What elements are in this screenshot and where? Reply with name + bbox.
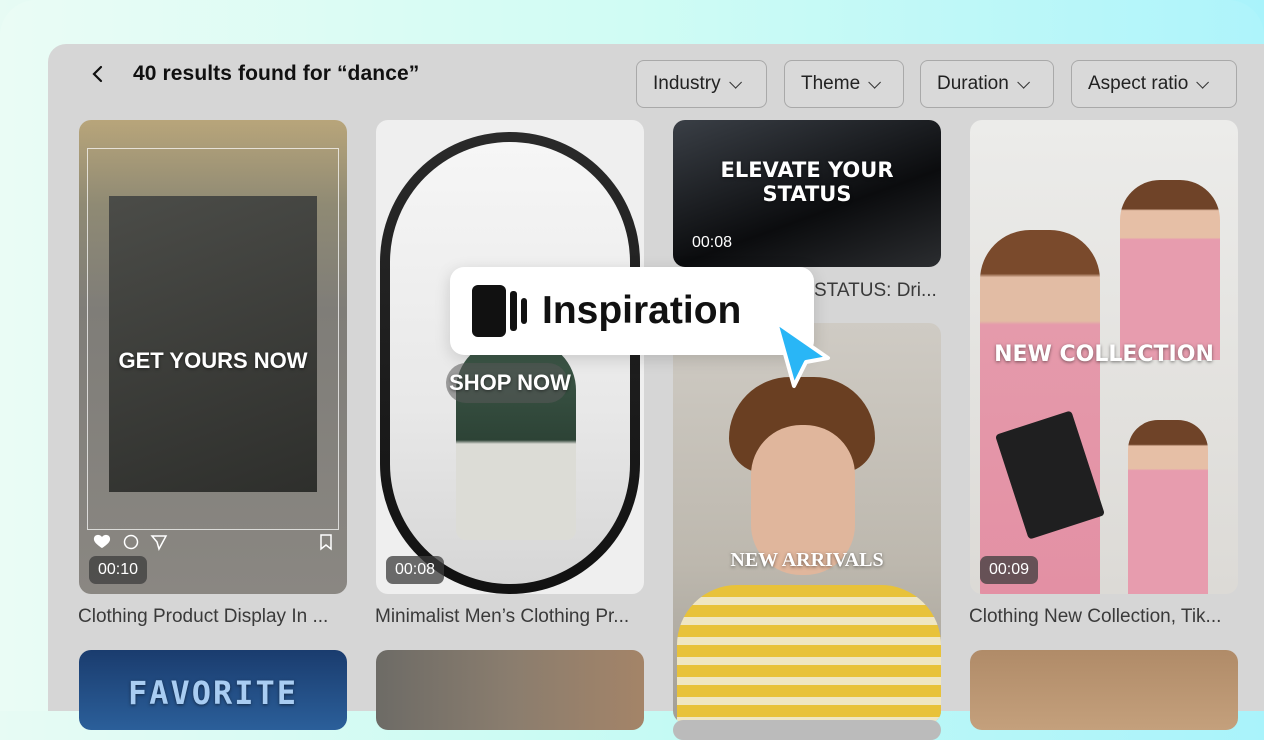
duration-badge: 00:09 [980,556,1039,584]
filter-theme[interactable]: Theme [784,60,904,108]
template-card-2[interactable]: SHOP NOW 00:08 [376,120,644,594]
model-right-bottom [1128,420,1208,594]
duration-badge: 00:08 [386,556,445,584]
card-overlay-text: NEW COLLECTION [994,342,1214,367]
inspiration-callout[interactable]: Inspiration [450,267,814,355]
card-overlay-text: ELEVATE YOUR STATUS [720,158,894,206]
card-caption: Clothing Product Display In ... [78,606,329,627]
shirt [677,585,941,723]
template-card-9[interactable] [970,650,1238,730]
card-overlay-text: GET YOURS NOW [118,348,308,373]
filter-aspect-ratio[interactable]: Aspect ratio [1071,60,1237,108]
cursor-arrow-icon [774,320,830,388]
chevron-left-icon [92,65,103,83]
duration-badge: 00:08 [692,234,733,251]
social-icons [93,534,332,551]
card-overlay-text: SHOP NOW [449,370,571,395]
card-caption: STATUS: Dri... [814,280,937,301]
chevron-down-icon [868,75,882,89]
card-caption: Clothing New Collection, Tik... [969,606,1222,627]
card-caption: Minimalist Men’s Clothing Pr... [375,606,630,627]
chevron-down-icon [728,75,742,89]
model-right-top [1120,180,1220,360]
chevron-down-icon [1196,75,1210,89]
filter-duration[interactable]: Duration [920,60,1054,108]
filter-label: Duration [937,73,1009,94]
card-overlay-text: FAVORITE [127,674,299,712]
filter-label: Industry [653,73,721,94]
template-card-1[interactable]: GET YOURS NOW 00:10 [79,120,347,594]
page-title: 40 results found for “dance” [133,62,420,85]
back-button[interactable] [88,62,110,86]
template-card-6[interactable]: FAVORITE [79,650,347,730]
duration-badge: 00:10 [89,556,148,584]
template-card-3[interactable]: ELEVATE YOUR STATUS 00:08 [673,120,941,267]
video-clip-icon [472,285,527,337]
frame-outline [87,148,339,530]
template-card-8[interactable] [673,720,941,740]
model-left [980,230,1100,594]
callout-label: Inspiration [542,289,742,332]
chevron-down-icon [1017,75,1030,89]
filter-label: Theme [801,73,861,94]
filter-industry[interactable]: Industry [636,60,767,108]
template-card-7[interactable] [376,650,644,730]
template-card-5[interactable]: NEW COLLECTION 00:09 [970,120,1238,594]
card-overlay-text: NEW ARRIVALS [730,549,884,571]
filter-label: Aspect ratio [1088,73,1189,94]
